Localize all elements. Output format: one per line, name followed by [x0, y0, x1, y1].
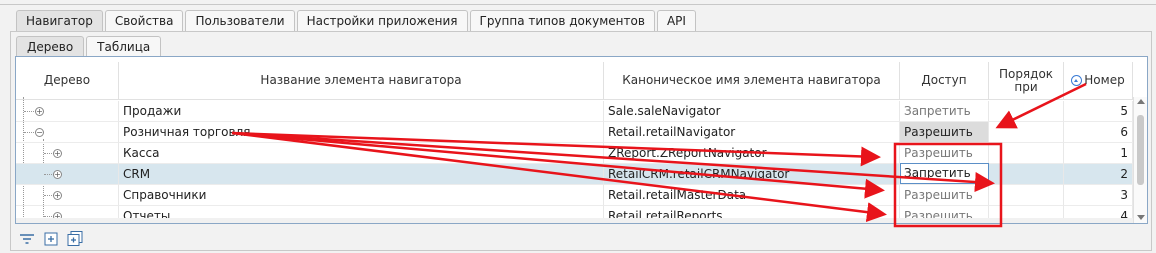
- row-order[interactable]: [989, 164, 1064, 185]
- table-row[interactable]: + Справочники Retail.retailMasterData Ра…: [16, 185, 1133, 206]
- expand-all-icon[interactable]: [42, 231, 60, 247]
- tree-cell: −: [16, 122, 119, 143]
- col-number-label: Номер: [1084, 73, 1125, 87]
- col-access-header[interactable]: Доступ: [900, 62, 989, 100]
- table-row[interactable]: + Продажи Sale.saleNavigator Запретить 5: [16, 101, 1133, 122]
- scroll-up-icon[interactable]: [1137, 99, 1145, 104]
- tab-tree[interactable]: Дерево: [16, 36, 85, 57]
- tab-navigator[interactable]: Навигатор: [16, 10, 103, 31]
- table-row-selected[interactable]: + CRM RetailCRM.retailCRMNavigator Запре…: [16, 163, 1133, 185]
- row-number: 5: [1064, 101, 1133, 122]
- expand-node-icon[interactable]: +: [35, 107, 44, 116]
- sort-indicator-icon: [1071, 75, 1083, 86]
- row-access[interactable]: Разрешить: [900, 185, 989, 206]
- grid-toolbar: [18, 230, 90, 248]
- expand-node-icon[interactable]: +: [53, 170, 62, 179]
- vertical-scrollbar[interactable]: [1133, 97, 1147, 223]
- row-access[interactable]: Разрешить: [900, 143, 989, 164]
- row-number: 6: [1064, 122, 1133, 143]
- col-tree-header[interactable]: Дерево: [16, 62, 119, 100]
- row-name: Справочники: [119, 185, 604, 206]
- tree-cell: +: [16, 164, 119, 185]
- tab-table[interactable]: Таблица: [86, 36, 162, 57]
- row-name: CRM: [119, 164, 604, 185]
- row-canonical: ZReport.ZReportNavigator: [604, 143, 900, 164]
- expand-node-icon[interactable]: +: [53, 149, 62, 158]
- row-canonical: RetailCRM.retailCRMNavigator: [604, 164, 900, 185]
- row-number: 2: [1064, 164, 1133, 185]
- col-name-header[interactable]: Название элемента навигатора: [119, 62, 604, 100]
- row-number: 1: [1064, 143, 1133, 164]
- row-access[interactable]: Запретить: [900, 101, 989, 122]
- row-order[interactable]: [989, 143, 1064, 164]
- row-access[interactable]: Разрешить: [900, 122, 989, 143]
- row-canonical: Retail.retailNavigator: [604, 122, 900, 143]
- window-top-edge: [0, 0, 1156, 5]
- scroll-down-icon[interactable]: [1137, 215, 1145, 220]
- row-order[interactable]: [989, 122, 1064, 143]
- tab-doc-type-group[interactable]: Группа типов документов: [469, 10, 655, 31]
- collapse-node-icon[interactable]: −: [35, 128, 44, 137]
- grid-header: Дерево Название элемента навигатора Кано…: [16, 62, 1147, 102]
- row-name: Касса: [119, 143, 604, 164]
- scroll-thumb[interactable]: [1137, 115, 1144, 185]
- tab-users[interactable]: Пользователи: [185, 10, 295, 31]
- horizontal-scrollbar[interactable]: [16, 218, 1133, 223]
- col-order-header[interactable]: Порядок при: [989, 62, 1064, 100]
- row-canonical: Retail.retailMasterData: [604, 185, 900, 206]
- view-tab-bar: Дерево Таблица: [16, 36, 163, 57]
- expand-tree-icon[interactable]: [66, 231, 84, 247]
- row-canonical: Sale.saleNavigator: [604, 101, 900, 122]
- expand-node-icon[interactable]: +: [53, 191, 62, 200]
- filter-icon[interactable]: [18, 231, 36, 247]
- row-order[interactable]: [989, 185, 1064, 206]
- tree-cell: +: [16, 185, 119, 206]
- row-number: 3: [1064, 185, 1133, 206]
- tree-cell: +: [16, 143, 119, 164]
- col-number-header[interactable]: Номер: [1064, 62, 1133, 100]
- tab-api[interactable]: API: [656, 10, 696, 31]
- row-name: Продажи: [119, 101, 604, 122]
- tab-app-settings[interactable]: Настройки приложения: [296, 10, 468, 31]
- row-name: Розничная торговля: [119, 122, 604, 143]
- col-canonical-header[interactable]: Каноническое имя элемента навигатора: [604, 62, 900, 100]
- access-editor[interactable]: Запретить: [900, 163, 989, 184]
- table-row[interactable]: − Розничная торговля Retail.retailNaviga…: [16, 122, 1133, 143]
- tree-cell: +: [16, 101, 119, 122]
- main-tab-bar: Навигатор Свойства Пользователи Настройк…: [16, 10, 698, 32]
- row-order[interactable]: [989, 101, 1064, 122]
- table-row[interactable]: + Касса ZReport.ZReportNavigator Разреши…: [16, 143, 1133, 164]
- navigator-grid[interactable]: Дерево Название элемента навигатора Кано…: [15, 56, 1148, 224]
- tab-properties[interactable]: Свойства: [104, 10, 184, 31]
